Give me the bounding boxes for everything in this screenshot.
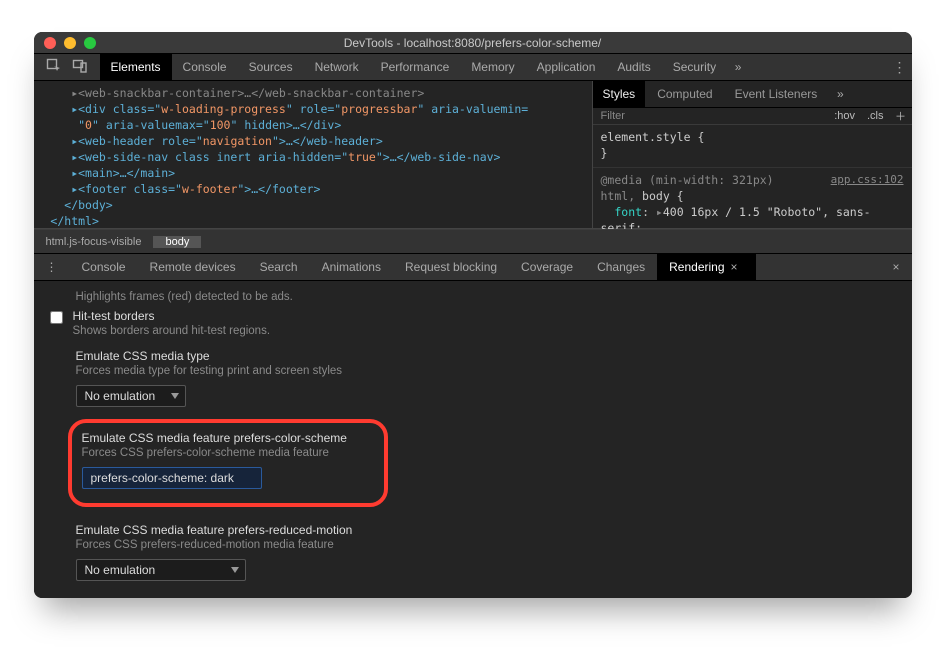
styles-pane: Styles Computed Event Listeners » Filter… [592, 81, 912, 228]
media-type-sub: Forces media type for testing print and … [76, 365, 912, 377]
style-rule-elementstyle[interactable]: element.style { } [593, 125, 912, 168]
drawer-tab-rendering[interactable]: Rendering × [657, 253, 755, 281]
prm-select[interactable]: No emulation [76, 559, 246, 581]
dom-line[interactable]: "0" aria-valuemax="100" hidden>…</div> [44, 117, 592, 133]
styles-tabstrip: Styles Computed Event Listeners » [593, 81, 912, 108]
tab-elements[interactable]: Elements [100, 54, 172, 81]
hit-test-title: Hit-test borders [73, 309, 271, 323]
dom-line[interactable]: ▸<web-header role="navigation">…</web-he… [44, 133, 592, 149]
drawer-tab-coverage[interactable]: Coverage [509, 253, 585, 281]
tab-security[interactable]: Security [662, 54, 727, 81]
styles-tab-styles[interactable]: Styles [593, 81, 646, 108]
hint-ads: Highlights frames (red) detected to be a… [76, 291, 912, 303]
styles-tab-computed[interactable]: Computed [647, 81, 722, 108]
drawer-tab-console[interactable]: Console [70, 253, 138, 281]
pcs-select[interactable]: prefers-color-scheme: dark [82, 467, 262, 489]
tab-network[interactable]: Network [304, 54, 370, 81]
drawer-menu-button[interactable]: ⋮ [34, 260, 70, 274]
dom-tree[interactable]: ▸<web-snackbar-container>…</web-snackbar… [34, 81, 592, 228]
tab-console[interactable]: Console [172, 54, 238, 81]
tab-audits[interactable]: Audits [606, 54, 661, 81]
close-drawer-button[interactable]: × [880, 260, 911, 274]
device-toggle-icon[interactable] [72, 58, 88, 77]
drawer-tab-animations[interactable]: Animations [310, 253, 393, 281]
drawer-tab-search[interactable]: Search [248, 253, 310, 281]
titlebar: DevTools - localhost:8080/prefers-color-… [34, 32, 912, 54]
styles-filter-row: Filter :hov .cls ＋ [593, 108, 912, 125]
hit-test-sub: Shows borders around hit-test regions. [73, 325, 271, 337]
elements-split: ▸<web-snackbar-container>…</web-snackbar… [34, 81, 912, 229]
pcs-sub: Forces CSS prefers-color-scheme media fe… [82, 447, 374, 459]
tab-memory[interactable]: Memory [460, 54, 525, 81]
dom-line[interactable]: ▸<web-snackbar-container>…</web-snackbar… [44, 85, 592, 101]
dom-line[interactable]: ▸<div class="w-loading-progress" role="p… [44, 101, 592, 117]
toggle-hover-button[interactable]: :hov [828, 110, 861, 122]
prm-sub: Forces CSS prefers-reduced-motion media … [76, 539, 912, 551]
breadcrumb-body[interactable]: body [153, 236, 201, 248]
dom-line[interactable]: </html> [44, 213, 592, 228]
close-tab-button[interactable]: × [725, 260, 744, 274]
tab-application[interactable]: Application [526, 54, 607, 81]
dom-line[interactable]: ▸<main>…</main> [44, 165, 592, 181]
window-title: DevTools - localhost:8080/prefers-color-… [34, 36, 912, 50]
source-link[interactable]: app.css:102 [831, 172, 904, 188]
tabs-overflow-button[interactable]: » [727, 60, 749, 74]
devtools-menu-button[interactable]: ⋮ [888, 59, 912, 76]
hit-test-checkbox[interactable] [50, 311, 63, 324]
styles-filter-input[interactable]: Filter [593, 110, 829, 122]
prm-title: Emulate CSS media feature prefers-reduce… [76, 523, 912, 537]
inspect-icon[interactable] [46, 58, 62, 77]
toggle-class-button[interactable]: .cls [861, 110, 890, 122]
styles-tabs-overflow[interactable]: » [829, 87, 851, 101]
media-type-select[interactable]: No emulation [76, 385, 186, 407]
new-style-rule-button[interactable]: ＋ [890, 108, 912, 124]
pcs-title: Emulate CSS media feature prefers-color-… [82, 431, 374, 445]
rendering-panel: Highlights frames (red) detected to be a… [34, 281, 912, 598]
media-type-title: Emulate CSS media type [76, 349, 912, 363]
breadcrumb: html.js-focus-visible body [34, 229, 912, 253]
dom-line[interactable]: ▸<footer class="w-footer">…</footer> [44, 181, 592, 197]
dom-line[interactable]: </body> [44, 197, 592, 213]
drawer-tab-request-blocking[interactable]: Request blocking [393, 253, 509, 281]
highlight-prefers-color-scheme: Emulate CSS media feature prefers-color-… [68, 419, 388, 507]
drawer-tabstrip: ⋮ Console Remote devices Search Animatio… [34, 253, 912, 281]
tab-sources[interactable]: Sources [238, 54, 304, 81]
drawer-tab-changes[interactable]: Changes [585, 253, 657, 281]
dom-line[interactable]: ▸<web-side-nav class inert aria-hidden="… [44, 149, 592, 165]
tab-performance[interactable]: Performance [370, 54, 461, 81]
breadcrumb-html[interactable]: html.js-focus-visible [34, 236, 154, 248]
drawer-tab-remote-devices[interactable]: Remote devices [138, 253, 248, 281]
main-tabstrip: Elements Console Sources Network Perform… [34, 54, 912, 81]
devtools-window: DevTools - localhost:8080/prefers-color-… [34, 32, 912, 598]
styles-tab-event-listeners[interactable]: Event Listeners [725, 81, 828, 108]
